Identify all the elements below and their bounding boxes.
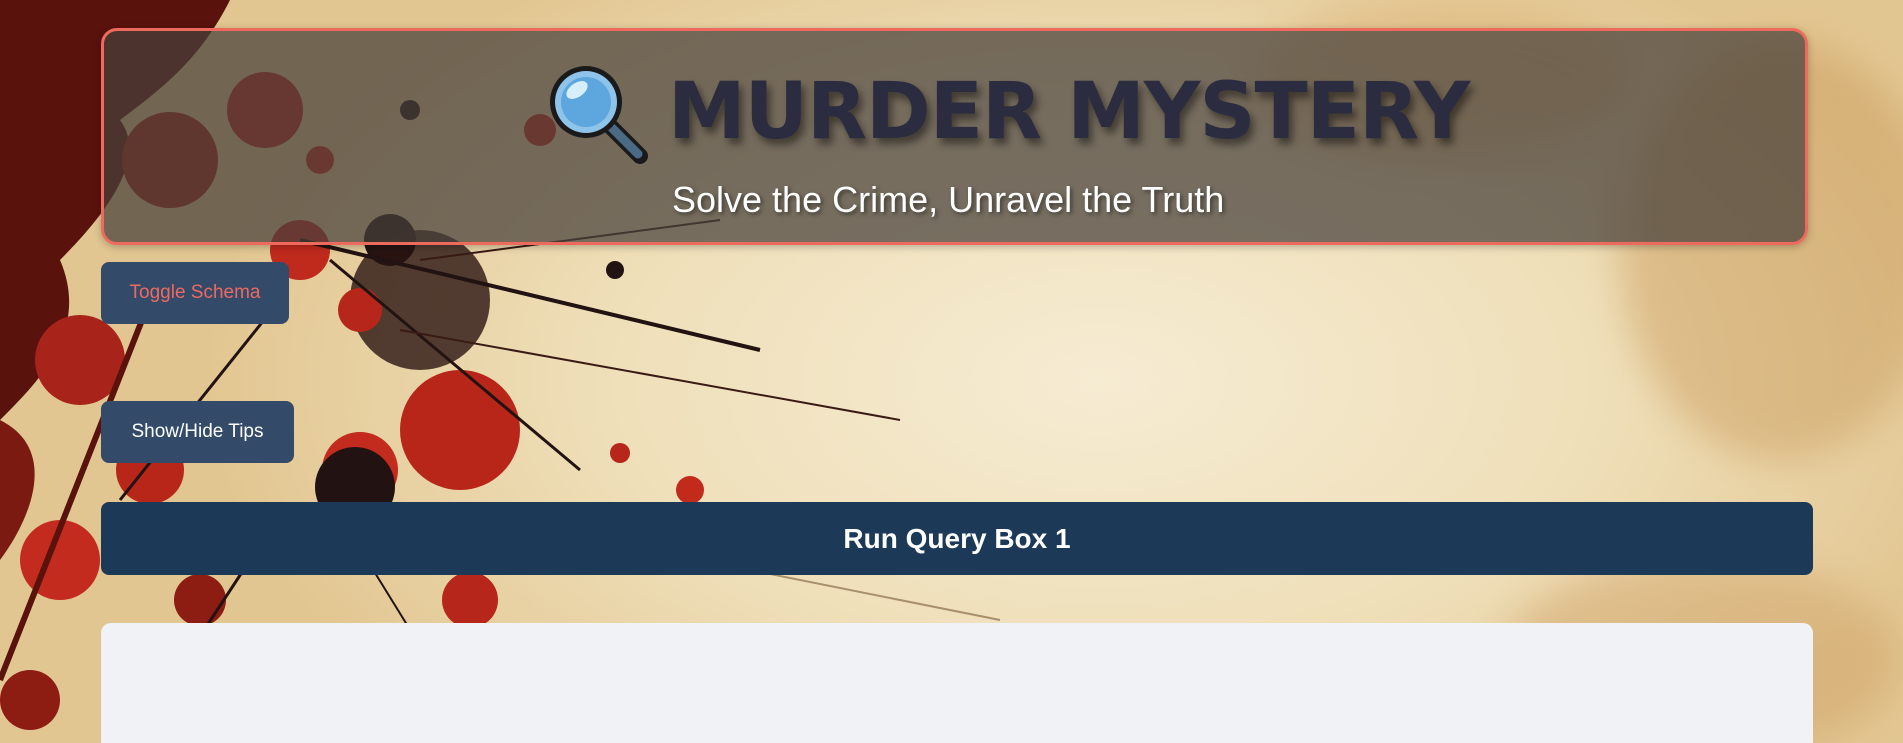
query-editor[interactable] — [101, 623, 1813, 743]
toggle-tips-button[interactable]: Show/Hide Tips — [101, 401, 294, 463]
page-title: MURDER MYSTERY — [668, 67, 1470, 157]
run-query-button[interactable]: Run Query Box 1 — [101, 502, 1813, 575]
magnifying-glass-icon — [544, 60, 648, 164]
toggle-schema-button[interactable]: Toggle Schema — [101, 262, 289, 324]
title-row: MURDER MYSTERY — [544, 57, 1470, 167]
page-subtitle: Solve the Crime, Unravel the Truth — [672, 179, 1225, 220]
header-banner: MURDER MYSTERY Solve the Crime, Unravel … — [101, 28, 1808, 245]
